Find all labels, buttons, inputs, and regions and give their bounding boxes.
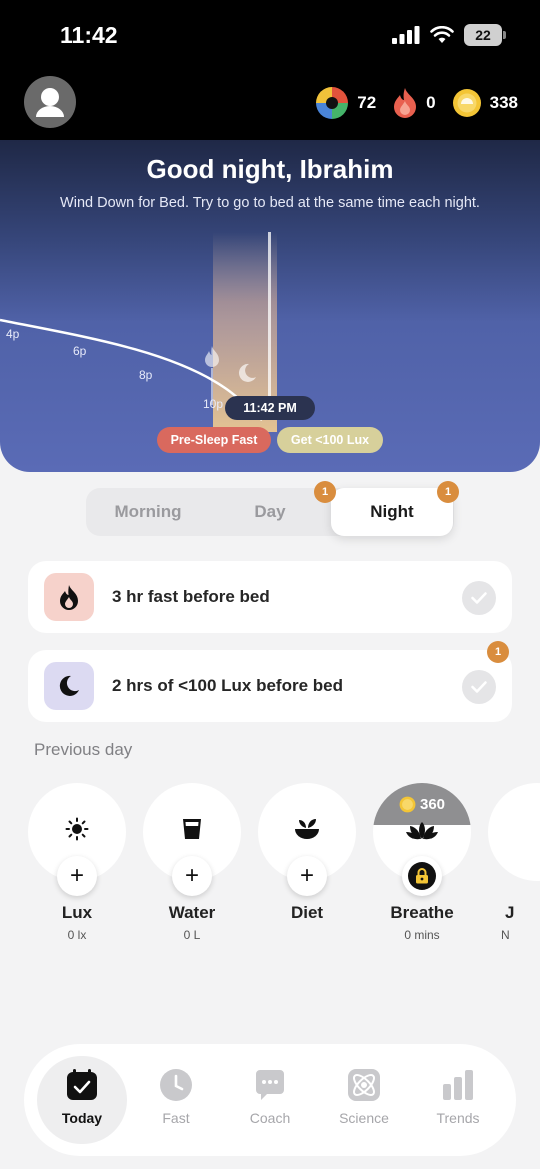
time-label-8p: 8p bbox=[139, 368, 153, 382]
habit-circle[interactable]: + bbox=[28, 783, 126, 896]
task-checkbox[interactable] bbox=[462, 670, 496, 704]
habit-name: J bbox=[505, 903, 515, 922]
check-icon bbox=[471, 592, 487, 604]
current-time-pill: 11:42 PM bbox=[225, 396, 315, 420]
task-icon-box bbox=[44, 573, 94, 621]
tab-morning[interactable]: Morning bbox=[86, 488, 210, 536]
coins-stat[interactable]: 338 bbox=[452, 88, 518, 118]
fast-flame-marker-icon bbox=[205, 346, 219, 367]
add-diet-button[interactable]: + bbox=[287, 856, 327, 896]
nav-label: Coach bbox=[249, 1110, 291, 1126]
nav-label: Trends bbox=[436, 1110, 480, 1126]
salad-bowl-icon bbox=[295, 819, 319, 839]
day-tab-badge: 1 bbox=[314, 481, 336, 503]
locked-breathe-button[interactable] bbox=[402, 856, 442, 896]
add-lux-button[interactable]: + bbox=[57, 856, 97, 896]
header-stats: 72 0 338 bbox=[315, 86, 518, 120]
night-hero-card: Good night, Ibrahim Wind Down for Bed. T… bbox=[0, 140, 540, 472]
lotus-icon bbox=[406, 822, 438, 840]
streak-value: 0 bbox=[426, 93, 436, 112]
habit-circle-locked[interactable]: 360 bbox=[373, 783, 471, 896]
wifi-icon bbox=[430, 26, 454, 43]
habit-breathe[interactable]: 360 Breathe 0 mins bbox=[373, 783, 473, 942]
streak-stat[interactable]: 0 bbox=[392, 87, 436, 119]
previous-day-title: Previous day bbox=[34, 740, 133, 759]
tab-night[interactable]: Night bbox=[331, 488, 453, 536]
signal-icon bbox=[392, 26, 420, 44]
bottom-nav: Today Fast Coach Science Trends bbox=[24, 1044, 516, 1156]
habit-value: 0 lx bbox=[67, 928, 87, 942]
habit-name: Diet bbox=[290, 903, 324, 922]
avatar[interactable] bbox=[24, 76, 76, 128]
cup-icon bbox=[183, 819, 201, 839]
unlock-cost-value: 360 bbox=[419, 796, 446, 813]
status-time: 11:42 bbox=[60, 22, 118, 48]
greeting-title: Good night, Ibrahim bbox=[146, 154, 394, 184]
time-of-day-segment: Morning Day Night bbox=[86, 488, 454, 536]
add-water-button[interactable]: + bbox=[172, 856, 212, 896]
score-stat[interactable]: 72 bbox=[315, 86, 376, 120]
time-label-10p: 10p bbox=[203, 397, 224, 411]
flame-icon bbox=[394, 88, 417, 118]
moon-marker-icon bbox=[238, 363, 256, 382]
nav-fast[interactable]: Fast bbox=[131, 1056, 221, 1144]
habit-diet[interactable]: + Diet bbox=[258, 783, 358, 922]
task-checkbox[interactable] bbox=[462, 581, 496, 615]
nav-coach[interactable]: Coach bbox=[225, 1056, 315, 1144]
task-label: 2 hrs of <100 Lux before bed bbox=[112, 676, 343, 695]
habit-partial[interactable]: J N bbox=[488, 783, 540, 953]
unlock-cost: 360 bbox=[373, 796, 471, 813]
clock-icon bbox=[160, 1069, 192, 1101]
habit-name: Water bbox=[168, 903, 216, 922]
night-tab-badge: 1 bbox=[437, 481, 459, 503]
task-badge: 1 bbox=[487, 641, 509, 663]
time-label-6p: 6p bbox=[73, 344, 87, 358]
habit-lux[interactable]: + Lux 0 lx bbox=[28, 783, 128, 942]
habit-name: Breathe bbox=[390, 903, 454, 922]
bar-chart-icon bbox=[443, 1070, 473, 1100]
task-card-lux[interactable]: 2 hrs of <100 Lux before bed bbox=[28, 650, 512, 722]
habit-water[interactable]: + Water 0 L bbox=[143, 783, 243, 942]
habit-value: N bbox=[501, 928, 510, 942]
check-icon bbox=[471, 681, 487, 693]
tab-day[interactable]: Day bbox=[208, 488, 332, 536]
nav-today[interactable]: Today bbox=[37, 1056, 127, 1144]
task-card-fast[interactable]: 3 hr fast before bed bbox=[28, 561, 512, 633]
flame-icon bbox=[60, 585, 78, 610]
score-value: 72 bbox=[357, 93, 377, 112]
time-label-4p: 4p bbox=[6, 327, 20, 341]
lock-icon bbox=[416, 868, 428, 884]
nav-label: Fast bbox=[162, 1110, 190, 1126]
nav-science[interactable]: Science bbox=[319, 1056, 409, 1144]
greeting-subtitle: Wind Down for Bed. Try to go to bed at t… bbox=[60, 195, 480, 211]
atom-icon bbox=[348, 1069, 380, 1101]
sun-icon bbox=[65, 817, 89, 841]
color-wheel-icon bbox=[316, 87, 349, 119]
calendar-check-icon bbox=[67, 1069, 97, 1100]
coin-icon bbox=[452, 89, 481, 117]
coin-icon bbox=[399, 796, 416, 813]
moon-icon bbox=[59, 675, 79, 696]
coins-value: 338 bbox=[489, 93, 518, 112]
nav-label: Science bbox=[339, 1110, 389, 1126]
sun-arc-timeline bbox=[0, 232, 277, 432]
habit-name: Lux bbox=[61, 903, 93, 922]
user-icon bbox=[36, 88, 64, 117]
pre-sleep-fast-tag[interactable]: Pre-Sleep Fast bbox=[157, 427, 271, 453]
habit-value: 0 L bbox=[183, 928, 201, 942]
battery-indicator: 22 bbox=[464, 24, 506, 46]
status-icons: 22 bbox=[392, 24, 506, 46]
nav-label: Today bbox=[61, 1110, 103, 1126]
nav-trends[interactable]: Trends bbox=[413, 1056, 503, 1144]
habit-circle[interactable]: + bbox=[143, 783, 241, 896]
task-label: 3 hr fast before bed bbox=[112, 587, 270, 606]
low-lux-tag[interactable]: Get <100 Lux bbox=[277, 427, 383, 453]
habit-circle[interactable]: + bbox=[258, 783, 356, 896]
top-bar: 11:42 22 72 0 338 bbox=[0, 0, 540, 140]
chat-bubble-icon bbox=[256, 1070, 284, 1100]
habit-value: 0 mins bbox=[404, 928, 440, 942]
task-icon-box bbox=[44, 662, 94, 710]
habit-circle[interactable] bbox=[488, 783, 540, 881]
